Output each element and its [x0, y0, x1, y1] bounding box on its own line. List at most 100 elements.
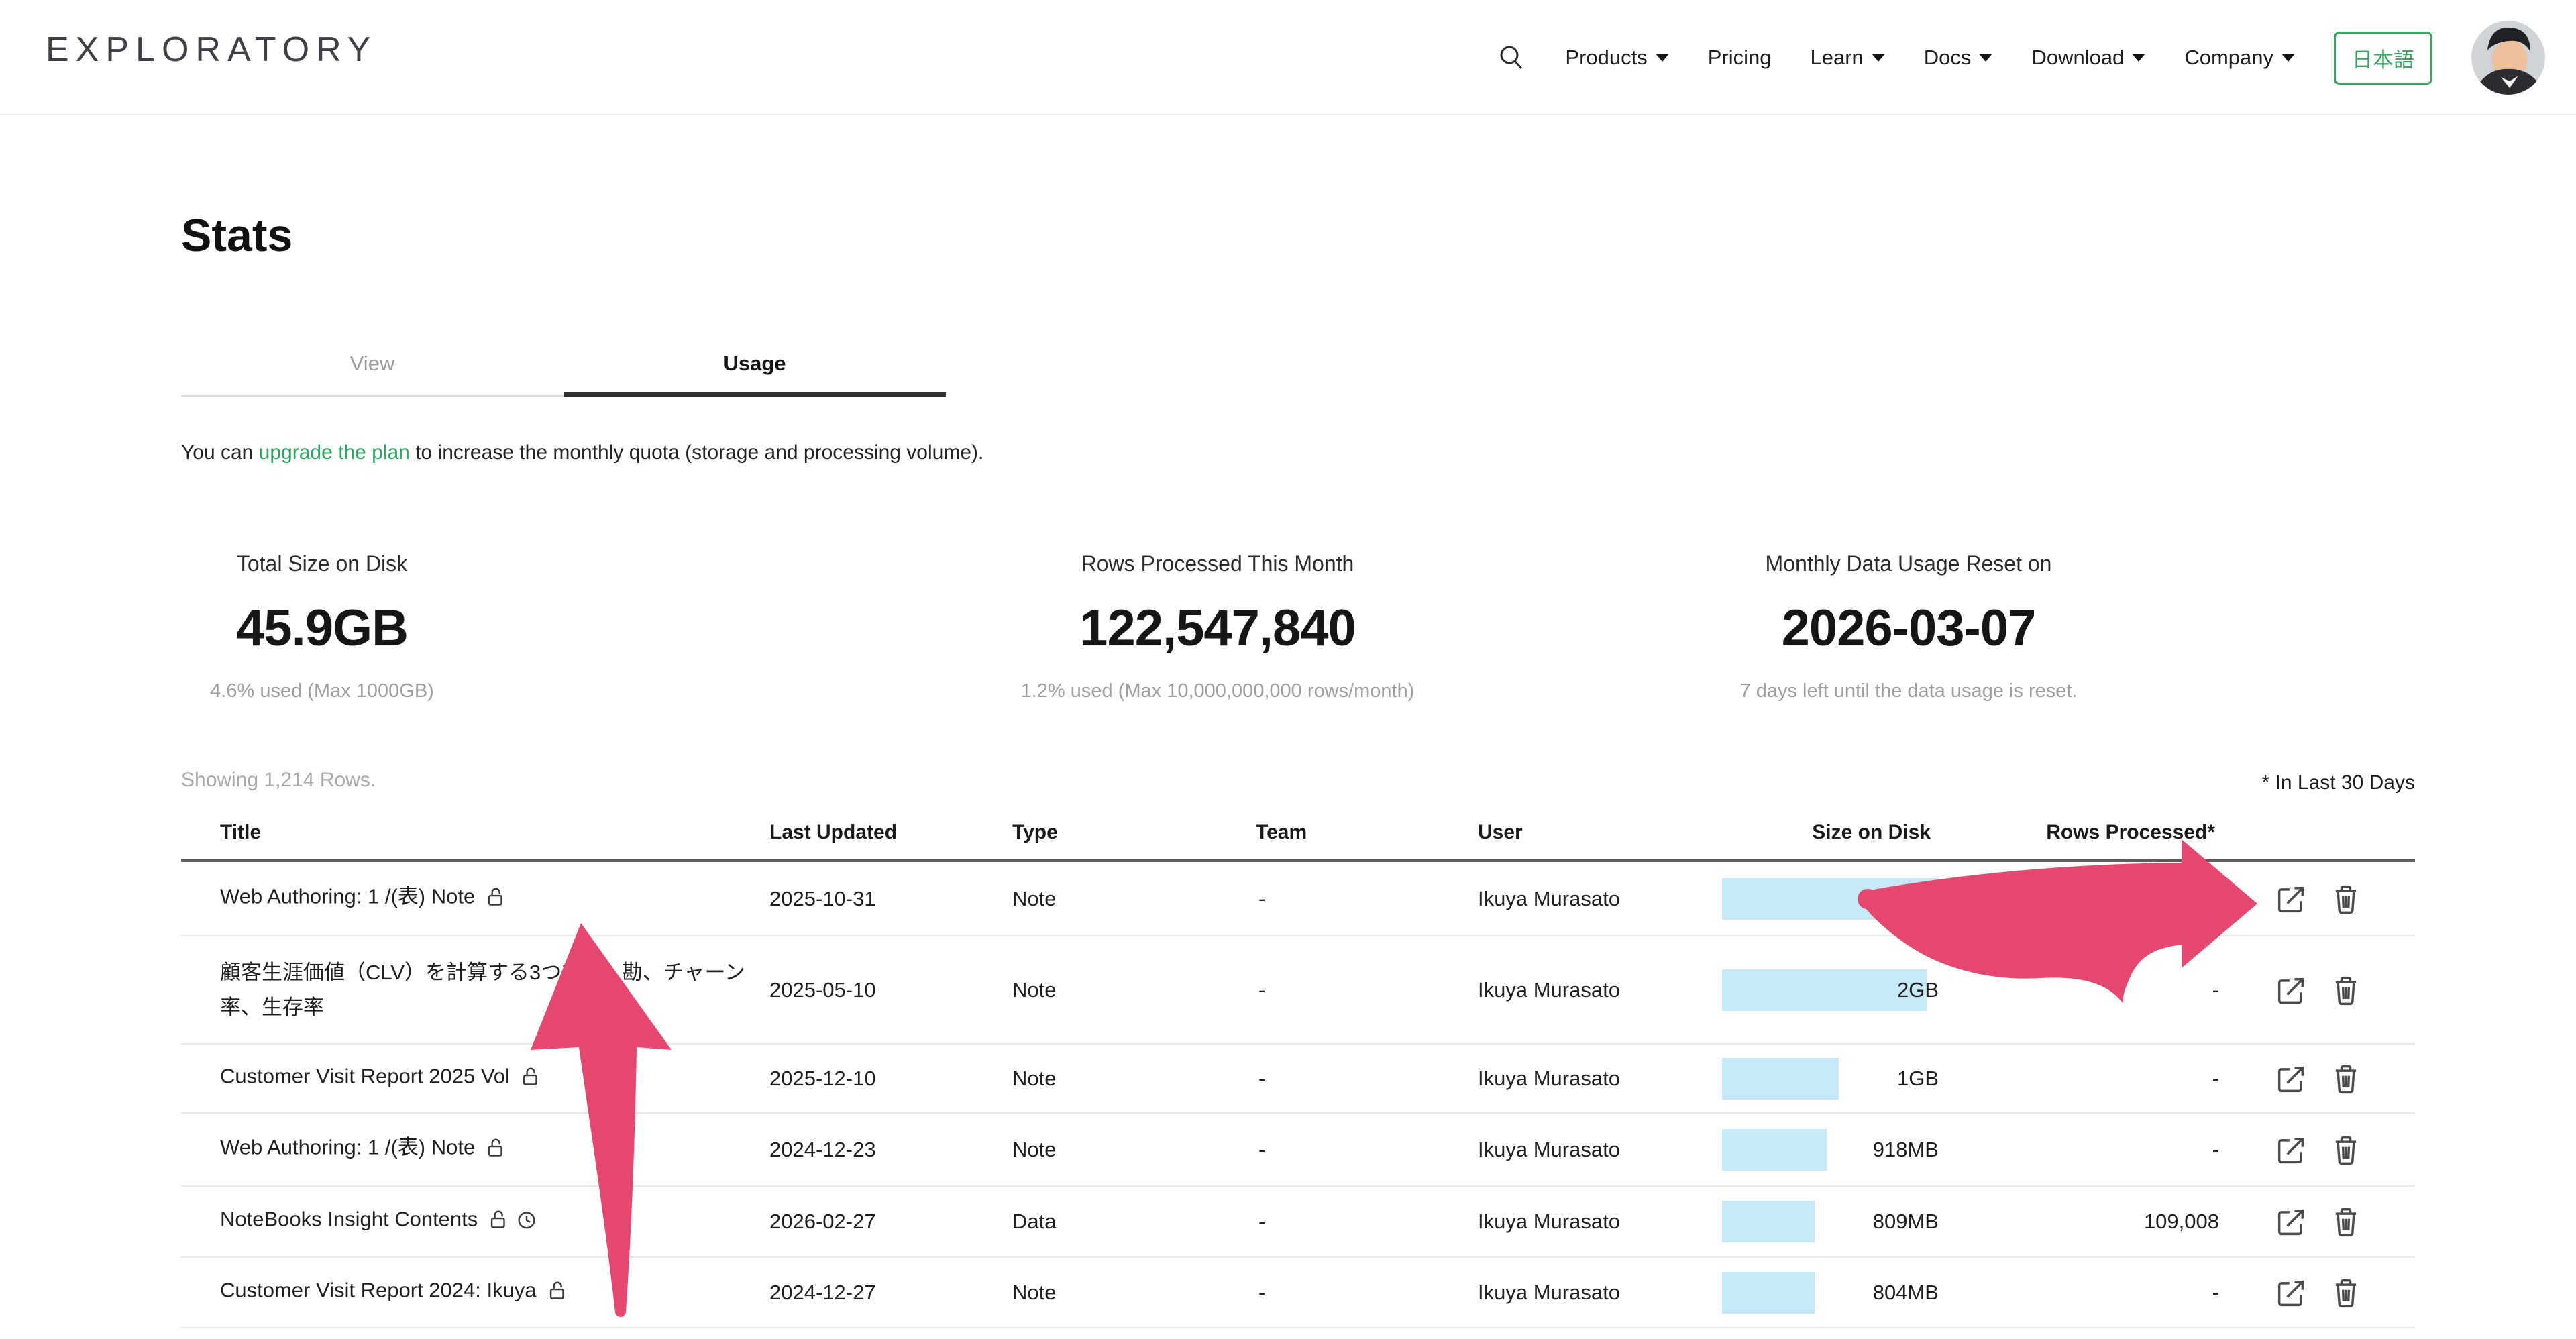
cell-type: Note	[1012, 1138, 1056, 1162]
cell-rows-processed: -	[1992, 887, 2219, 911]
card-subtitle: 4.6% used (Max 1000GB)	[210, 680, 434, 702]
lock-icon	[546, 1277, 569, 1312]
cell-rows-processed: -	[1992, 1281, 2219, 1305]
nav-item-products[interactable]: Products	[1565, 46, 1668, 70]
cell-team: -	[1258, 1281, 1265, 1305]
column-header-size-on-disk[interactable]: Size on Disk	[1812, 821, 1931, 844]
card-total-size: Total Size on Disk 45.9GB 4.6% used (Max…	[210, 551, 434, 702]
lock-icon	[519, 1063, 542, 1098]
cell-rows-processed: -	[1992, 978, 2219, 1002]
lock-icon	[484, 1134, 507, 1169]
brand-logo[interactable]: EXPLORATORY	[46, 30, 377, 70]
row-title[interactable]: Web Authoring: 1 /(表) Note	[220, 879, 770, 918]
open-external-icon[interactable]	[2273, 973, 2308, 1008]
table-row: Web Authoring: 1 /(表) Note 2025-10-31 No…	[181, 862, 2415, 936]
card-subtitle: 1.2% used (Max 10,000,000,000 rows/month…	[1021, 680, 1415, 702]
delete-trash-icon[interactable]	[2328, 1061, 2363, 1096]
cell-team: -	[1258, 1138, 1265, 1162]
upgrade-plan-link[interactable]: upgrade the plan	[259, 441, 410, 464]
cell-user: Ikuya Murasato	[1478, 1067, 1620, 1091]
card-title: Monthly Data Usage Reset on	[1740, 551, 2078, 576]
nav-item-company[interactable]: Company	[2184, 46, 2295, 70]
delete-trash-icon[interactable]	[2328, 1275, 2363, 1310]
stats-tabs: View Usage	[181, 335, 946, 397]
nav-item-pricing[interactable]: Pricing	[1708, 46, 1772, 70]
cell-rows-processed: -	[1992, 1067, 2219, 1091]
page-title: Stats	[181, 209, 292, 262]
chevron-down-icon	[1979, 54, 1992, 62]
cell-last-updated: 2025-10-31	[769, 887, 876, 911]
cell-type: Note	[1012, 1067, 1056, 1091]
card-value: 122,547,840	[1021, 599, 1415, 657]
chevron-down-icon	[2282, 54, 2295, 62]
table-row: NoteBooks Insight Contents 2026-02-27 Da…	[181, 1187, 2415, 1258]
tab-view-underline	[181, 395, 564, 397]
card-rows-processed: Rows Processed This Month 122,547,840 1.…	[1021, 551, 1415, 702]
table-header-row: Title Last Updated Type Team User Size o…	[181, 812, 2415, 862]
column-header-title[interactable]: Title	[220, 821, 261, 844]
column-header-team[interactable]: Team	[1256, 821, 1307, 844]
card-title: Rows Processed This Month	[1021, 551, 1415, 576]
column-header-type[interactable]: Type	[1012, 821, 1058, 844]
search-icon[interactable]	[1497, 43, 1526, 72]
open-external-icon[interactable]	[2273, 1275, 2308, 1310]
nav-item-download[interactable]: Download	[2031, 46, 2145, 70]
row-count-label: Showing 1,214 Rows.	[181, 769, 376, 792]
delete-trash-icon[interactable]	[2328, 881, 2363, 916]
card-value: 2026-03-07	[1740, 599, 2078, 657]
column-header-rows-processed[interactable]: Rows Processed*	[2046, 821, 2215, 844]
cell-team: -	[1258, 978, 1265, 1002]
cell-type: Data	[1012, 1210, 1056, 1234]
column-header-user[interactable]: User	[1478, 821, 1523, 844]
open-external-icon[interactable]	[2273, 1061, 2308, 1096]
quota-notice: You can upgrade the plan to increase the…	[181, 441, 983, 464]
row-title[interactable]: Customer Visit Report 2025 Vol	[220, 1059, 770, 1098]
cell-last-updated: 2025-05-10	[769, 978, 876, 1002]
delete-trash-icon[interactable]	[2328, 1132, 2363, 1167]
cell-last-updated: 2026-02-27	[769, 1210, 876, 1234]
last-30-days-footnote: * In Last 30 Days	[2262, 771, 2415, 794]
tab-view[interactable]: View	[181, 335, 564, 397]
cell-last-updated: 2024-12-27	[769, 1281, 876, 1305]
cell-user: Ikuya Murasato	[1478, 1281, 1620, 1305]
column-header-last-updated[interactable]: Last Updated	[769, 821, 897, 844]
card-title: Total Size on Disk	[210, 551, 434, 576]
row-title[interactable]: Customer Visit Report 2024: Ikuya	[220, 1273, 770, 1312]
chevron-down-icon	[2132, 54, 2145, 62]
delete-trash-icon[interactable]	[2328, 1204, 2363, 1239]
nav-item-learn[interactable]: Learn	[1811, 46, 1885, 70]
lock-icon	[484, 883, 507, 918]
lock-icon	[487, 1206, 510, 1241]
cell-size-on-disk: 1GB	[1722, 1067, 1939, 1091]
cell-size-on-disk: 2GB	[1722, 887, 1939, 911]
top-navigation: EXPLORATORY Products Pricing Learn Docs …	[0, 0, 2576, 115]
language-toggle-button[interactable]: 日本語	[2334, 32, 2432, 85]
row-title[interactable]: NoteBooks Insight Contents	[220, 1201, 770, 1241]
table-row: Customer Visit Report 2025 Vol 2025-12-1…	[181, 1045, 2415, 1114]
tab-usage-underline	[564, 392, 946, 397]
tab-usage[interactable]: Usage	[564, 335, 946, 397]
row-title[interactable]: Web Authoring: 1 /(表) Note	[220, 1130, 770, 1169]
cell-team: -	[1258, 1067, 1265, 1091]
row-title[interactable]: 顧客生涯価値（CLV）を計算する3つ方法 - 勘、チャーン率、生存率	[220, 955, 770, 1024]
cell-size-on-disk: 809MB	[1722, 1210, 1939, 1234]
chevron-down-icon	[1656, 54, 1669, 62]
user-avatar[interactable]	[2471, 21, 2545, 95]
cell-rows-processed: 109,008	[1992, 1210, 2219, 1234]
delete-trash-icon[interactable]	[2328, 973, 2363, 1008]
open-external-icon[interactable]	[2273, 1204, 2308, 1239]
open-external-icon[interactable]	[2273, 1132, 2308, 1167]
cell-rows-processed: -	[1992, 1138, 2219, 1162]
card-value: 45.9GB	[210, 599, 434, 657]
table-row: Web Authoring: 1 /(表) Note 2024-12-23 No…	[181, 1114, 2415, 1187]
open-external-icon[interactable]	[2273, 881, 2308, 916]
clock-icon	[515, 1206, 538, 1241]
cell-type: Note	[1012, 978, 1056, 1002]
nav-item-docs[interactable]: Docs	[1924, 46, 1993, 70]
cell-size-on-disk: 2GB	[1722, 978, 1939, 1002]
cell-user: Ikuya Murasato	[1478, 1138, 1620, 1162]
table-row: 顧客生涯価値（CLV）を計算する3つ方法 - 勘、チャーン率、生存率 2025-…	[181, 936, 2415, 1045]
cell-user: Ikuya Murasato	[1478, 1210, 1620, 1234]
table-row: Customer Visit Report 2024: Ikuya 2024-1…	[181, 1258, 2415, 1328]
cell-user: Ikuya Murasato	[1478, 978, 1620, 1002]
